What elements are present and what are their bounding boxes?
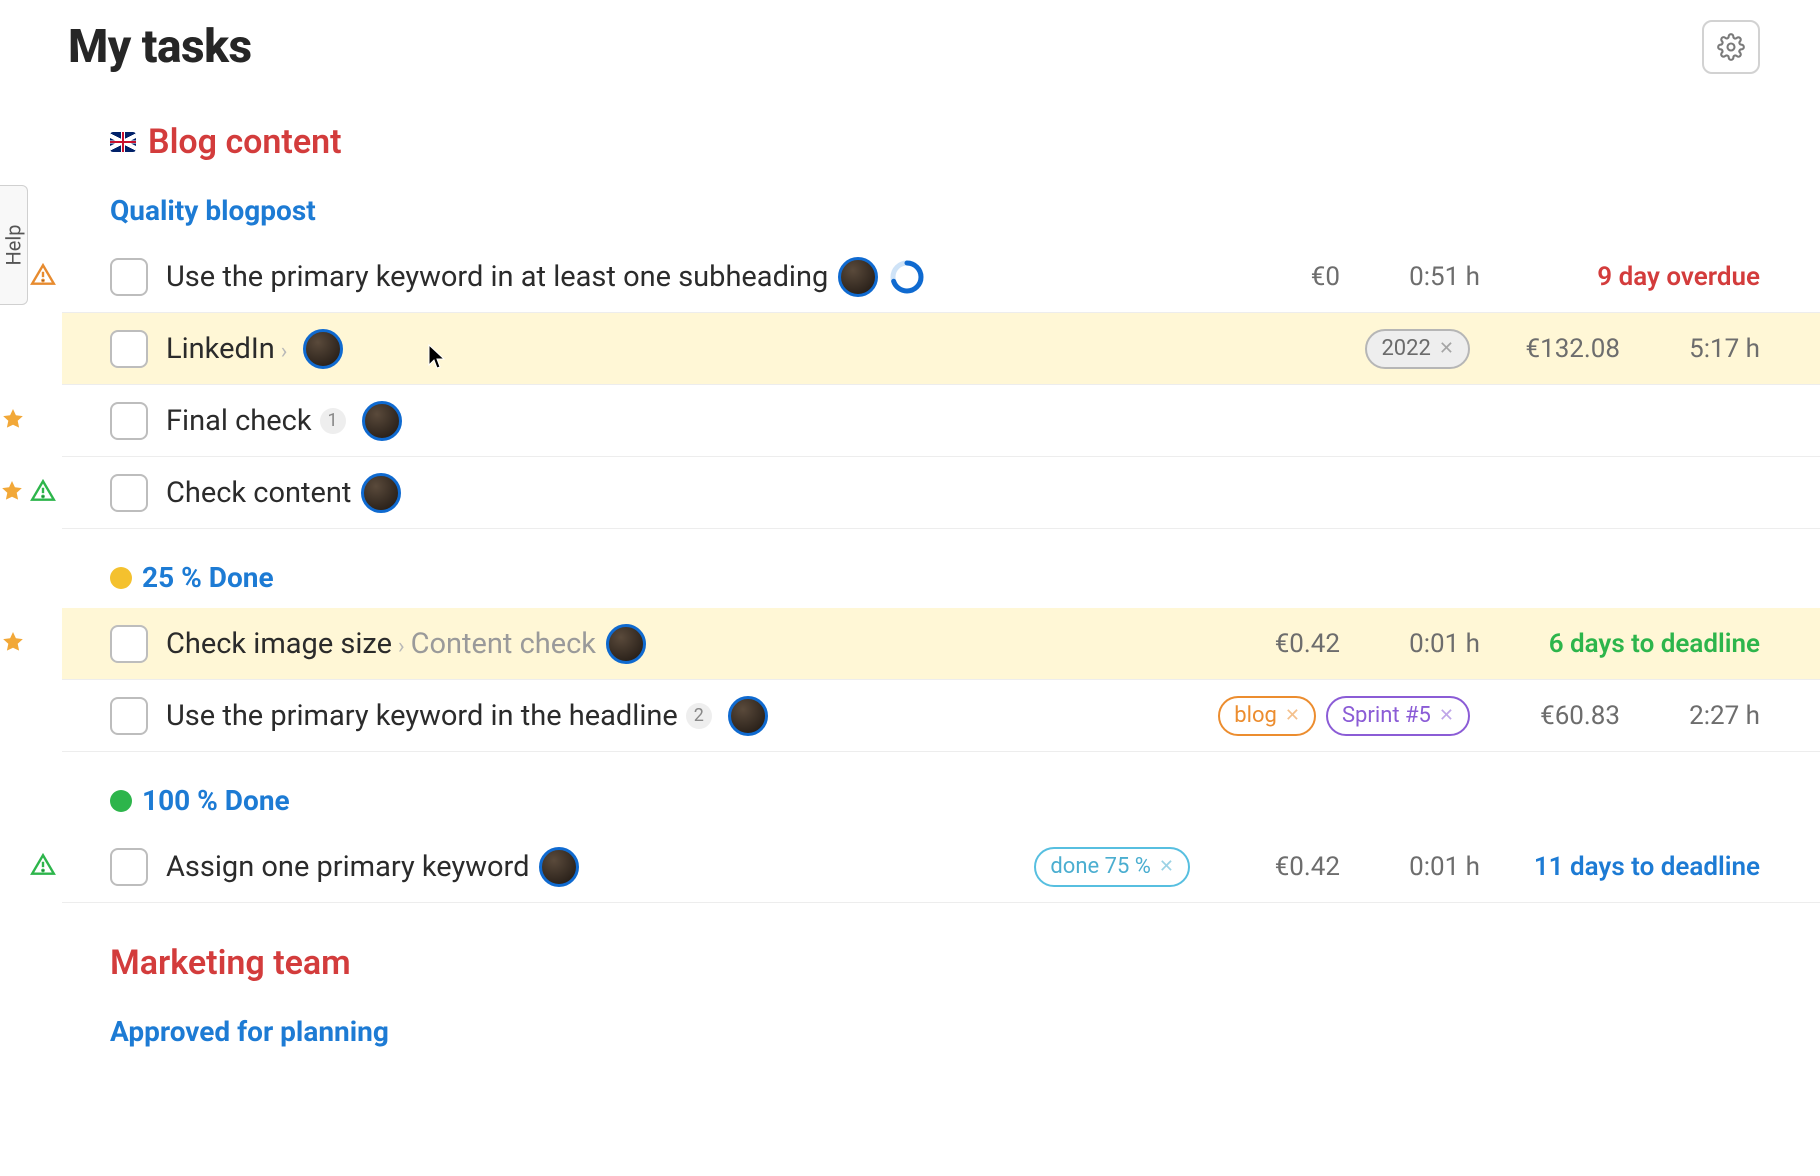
assignee-avatar[interactable] — [361, 473, 401, 513]
task-due: 9 day overdue — [1520, 262, 1760, 292]
subtask-count-badge: 1 — [320, 408, 346, 434]
tag[interactable]: blog ✕ — [1218, 696, 1316, 736]
warning-icon — [30, 478, 56, 508]
project-title[interactable]: Blog content — [148, 122, 342, 162]
task-time: 0:01 h — [1380, 852, 1480, 882]
tag-label: 2022 — [1381, 336, 1430, 361]
task-checkbox[interactable] — [110, 474, 148, 512]
task-name[interactable]: Check content — [166, 476, 351, 510]
settings-button[interactable] — [1702, 20, 1760, 74]
task-cost: €0 — [1230, 262, 1340, 292]
task-row[interactable]: Check content — [62, 457, 1820, 529]
section-title[interactable]: Quality blogpost — [62, 194, 1820, 227]
task-name[interactable]: Final check — [166, 404, 312, 438]
section-title[interactable]: 25 % Done — [62, 561, 1820, 594]
task-row[interactable]: LinkedIn› 2022 ✕ €132.08 5:17 h — [62, 313, 1820, 385]
task-cost: €60.83 — [1510, 701, 1620, 731]
cursor-icon — [427, 343, 447, 371]
status-dot-icon — [110, 567, 132, 589]
task-checkbox[interactable] — [110, 697, 148, 735]
star-icon[interactable] — [0, 479, 24, 507]
section-title-label: 100 % Done — [142, 784, 290, 817]
task-time: 5:17 h — [1660, 334, 1760, 364]
assignee-avatar[interactable] — [838, 257, 878, 297]
tag-remove-icon[interactable]: ✕ — [1159, 856, 1174, 877]
task-checkbox[interactable] — [110, 402, 148, 440]
task-name[interactable]: LinkedIn› — [166, 332, 293, 366]
tag-label: done 75 % — [1050, 854, 1151, 879]
tag-remove-icon[interactable]: ✕ — [1439, 338, 1454, 359]
warning-icon — [30, 852, 56, 882]
assignee-avatar[interactable] — [728, 696, 768, 736]
task-due: 11 days to deadline — [1520, 852, 1760, 882]
warning-icon — [30, 262, 56, 292]
progress-ring — [890, 260, 924, 294]
task-cost: €0.42 — [1230, 852, 1340, 882]
task-parent-name: Content check — [411, 627, 596, 661]
tag-label: blog — [1234, 703, 1277, 728]
tag[interactable]: Sprint #5 ✕ — [1326, 696, 1470, 736]
task-checkbox[interactable] — [110, 330, 148, 368]
task-row[interactable]: Assign one primary keyword done 75 % ✕ €0.4… — [62, 831, 1820, 903]
chevron-right-icon: › — [281, 339, 288, 364]
star-icon[interactable] — [1, 407, 25, 435]
tag-label: Sprint #5 — [1342, 703, 1431, 728]
tag[interactable]: 2022 ✕ — [1365, 329, 1470, 369]
help-tab-label: Help — [2, 225, 26, 266]
task-name[interactable]: Check image size›Content check — [166, 627, 596, 661]
assignee-avatar[interactable] — [606, 624, 646, 664]
task-name[interactable]: Use the primary keyword in the headline — [166, 699, 678, 733]
task-due: 6 days to deadline — [1520, 629, 1760, 659]
tag-remove-icon[interactable]: ✕ — [1439, 705, 1454, 726]
section-title[interactable]: 100 % Done — [62, 784, 1820, 817]
chevron-right-icon: › — [398, 634, 405, 659]
assignee-avatar[interactable] — [303, 329, 343, 369]
tag-remove-icon[interactable]: ✕ — [1285, 705, 1300, 726]
task-time: 0:51 h — [1380, 262, 1480, 292]
task-checkbox[interactable] — [110, 625, 148, 663]
project-title[interactable]: Marketing team — [110, 943, 351, 983]
page-title: My tasks — [68, 20, 252, 74]
gear-icon — [1717, 33, 1745, 61]
task-checkbox[interactable] — [110, 258, 148, 296]
section-title-label: Approved for planning — [110, 1015, 389, 1048]
task-cost: €0.42 — [1230, 629, 1340, 659]
task-row[interactable]: Check image size›Content check €0.42 0:01 … — [62, 608, 1820, 680]
task-name[interactable]: Assign one primary keyword — [166, 850, 529, 884]
task-row[interactable]: Final check 1 — [62, 385, 1820, 457]
star-icon[interactable] — [1, 630, 25, 658]
task-cost: €132.08 — [1510, 334, 1620, 364]
section-title-label: 25 % Done — [142, 561, 274, 594]
task-checkbox[interactable] — [110, 848, 148, 886]
status-dot-icon — [110, 790, 132, 812]
tag[interactable]: done 75 % ✕ — [1034, 847, 1190, 887]
flag-icon — [110, 132, 136, 152]
task-row[interactable]: Use the primary keyword in at least one … — [62, 241, 1820, 313]
section-title[interactable]: Approved for planning — [62, 1015, 1820, 1048]
task-name[interactable]: Use the primary keyword in at least one … — [166, 260, 828, 294]
task-time: 2:27 h — [1660, 701, 1760, 731]
assignee-avatar[interactable] — [362, 401, 402, 441]
assignee-avatar[interactable] — [539, 847, 579, 887]
task-row[interactable]: Use the primary keyword in the headline 2… — [62, 680, 1820, 752]
section-title-label: Quality blogpost — [110, 194, 316, 227]
task-time: 0:01 h — [1380, 629, 1480, 659]
subtask-count-badge: 2 — [686, 703, 712, 729]
